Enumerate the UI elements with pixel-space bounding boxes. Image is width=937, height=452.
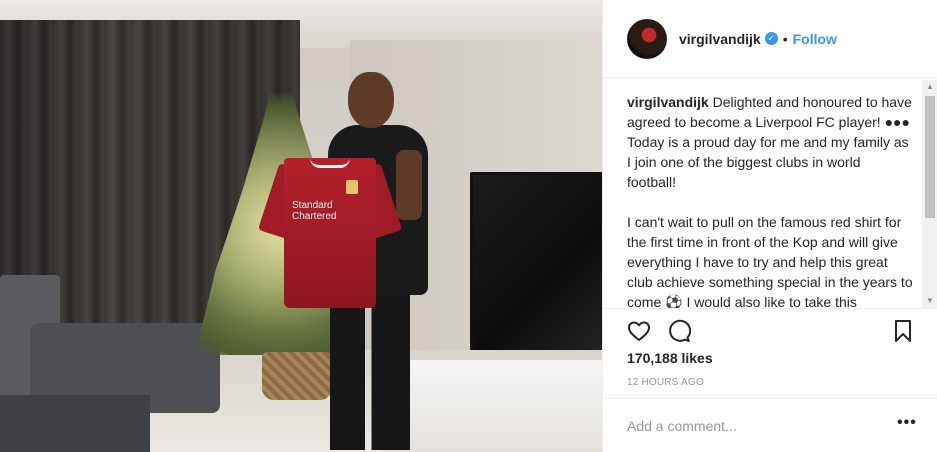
avatar[interactable] bbox=[627, 18, 667, 59]
shirt-body bbox=[284, 158, 376, 308]
caption-username[interactable]: virgilvandijk bbox=[627, 94, 709, 110]
verified-badge-icon: ✓ bbox=[764, 32, 778, 45]
scrollbar-thumb[interactable] bbox=[925, 96, 935, 218]
post-photo[interactable]: Standard Chartered bbox=[0, 0, 602, 452]
photo-person-arm bbox=[396, 150, 422, 220]
caption-paragraph-2: I can't wait to pull on the famous red s… bbox=[627, 214, 913, 308]
shirt-sponsor-text: Standard Chartered bbox=[292, 200, 337, 222]
scroll-up-arrow-icon[interactable]: ▲ bbox=[922, 80, 937, 94]
photo-football-shirt: Standard Chartered bbox=[257, 158, 403, 308]
photo-person-head bbox=[348, 72, 394, 128]
post-header: virgilvandijk ✓ • Follow bbox=[603, 0, 937, 78]
post-timestamp[interactable]: 12 HOURS AGO bbox=[627, 377, 704, 388]
sofa-base bbox=[0, 395, 150, 452]
header-username[interactable]: virgilvandijk bbox=[679, 31, 761, 47]
caption: virgilvandijk Delighted and honoured to … bbox=[627, 80, 913, 308]
follow-button[interactable]: Follow bbox=[793, 31, 837, 47]
likes-count[interactable]: 170,188 likes bbox=[627, 350, 713, 366]
photo-sofa bbox=[0, 275, 220, 452]
photo-tv-cabinet bbox=[380, 360, 602, 452]
caption-paragraph-1: virgilvandijk Delighted and honoured to … bbox=[627, 92, 913, 192]
photo-tree-basket bbox=[262, 352, 332, 400]
header-separator: • bbox=[782, 30, 788, 47]
post-side-panel: virgilvandijk ✓ • Follow virgilvandijk D… bbox=[602, 0, 937, 452]
shirt-collar bbox=[310, 158, 350, 168]
photo-person-legs bbox=[330, 290, 410, 450]
shirt-crest-icon bbox=[346, 180, 358, 194]
bookmark-icon[interactable] bbox=[891, 319, 915, 343]
caption-scrollbar[interactable]: ▲ ▼ bbox=[922, 80, 937, 308]
photo-television bbox=[470, 172, 602, 357]
comment-bar: ••• bbox=[603, 398, 937, 452]
heart-icon[interactable] bbox=[627, 319, 651, 343]
comment-bubble-icon[interactable] bbox=[667, 319, 691, 343]
caption-scroll-area[interactable]: virgilvandijk Delighted and honoured to … bbox=[627, 80, 918, 308]
more-options-icon[interactable]: ••• bbox=[897, 413, 917, 433]
action-bar bbox=[603, 308, 937, 354]
scroll-down-arrow-icon[interactable]: ▼ bbox=[922, 294, 937, 308]
comment-input[interactable] bbox=[627, 415, 877, 437]
